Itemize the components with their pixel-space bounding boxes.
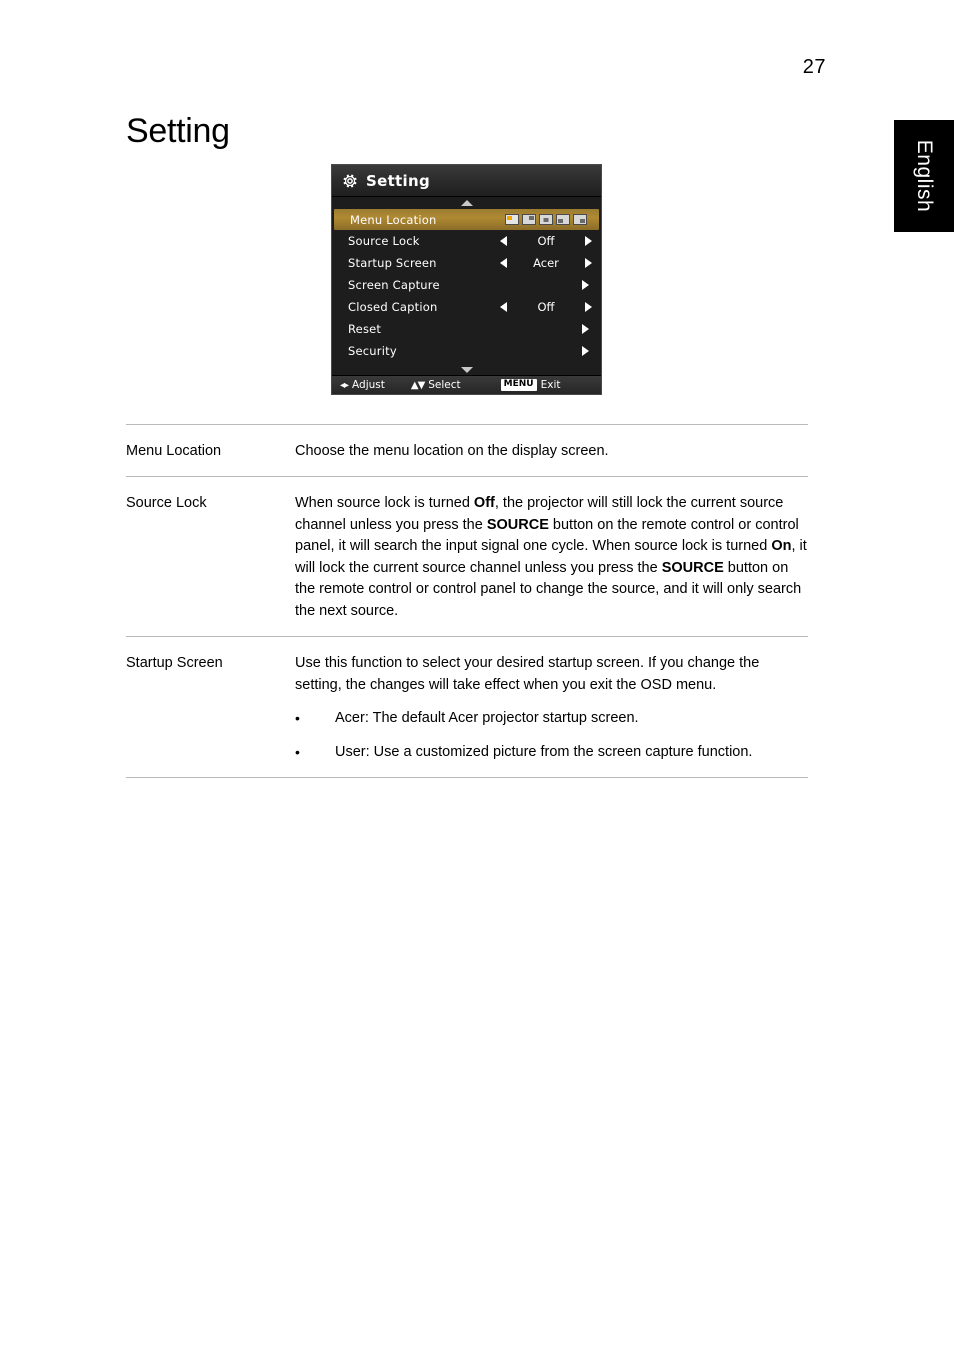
osd-row-label: Closed Caption [348,300,438,314]
right-arrow-icon[interactable] [585,236,592,246]
osd-row-label: Menu Location [350,212,437,227]
location-option-top-left-icon[interactable] [505,214,519,225]
row-description: When source lock is turned Off, the proj… [295,493,808,622]
osd-row-label: Screen Capture [348,278,440,292]
row-term: Source Lock [126,495,207,512]
menu-location-options[interactable] [502,214,587,225]
right-arrow-icon[interactable] [582,280,589,290]
osd-body: Menu Location Source Lock Off Startup Sc… [332,197,601,375]
language-tab-label: English [913,139,936,213]
location-option-bottom-right-icon[interactable] [573,214,587,225]
row-description: Choose the menu location on the display … [295,441,808,462]
row-description-text: Use this function to select your desired… [295,655,760,693]
left-arrow-icon[interactable] [500,302,507,312]
row-description-text: Choose the menu location on the display … [295,443,609,459]
osd-title-bar: Setting [332,165,601,197]
location-option-bottom-left-icon[interactable] [556,214,570,225]
right-arrow-icon[interactable] [585,302,592,312]
adjust-label: Adjust [352,379,385,391]
location-option-top-right-icon[interactable] [522,214,536,225]
osd-screenshot: Setting Menu Location Source Lock Off St… [331,164,602,395]
table-row: Startup Screen Use this function to sele… [126,636,808,778]
bullet-marker: • [295,743,300,760]
bullet-list: • Acer: The default Acer projector start… [295,708,808,763]
osd-row-startup-screen[interactable]: Startup Screen Acer [332,252,601,274]
right-arrow-icon[interactable] [585,258,592,268]
table-row: Menu Location Choose the menu location o… [126,424,808,476]
osd-row-label: Security [348,344,397,358]
row-term: Menu Location [126,443,222,459]
osd-row-reset[interactable]: Reset [332,318,601,340]
osd-row-label: Startup Screen [348,256,437,270]
osd-row-value: Acer [533,256,559,270]
osd-row-label: Reset [348,322,382,336]
language-tab: English [894,120,954,232]
table-row: Source Lock When source lock is turned O… [126,476,808,636]
right-arrow-icon[interactable] [582,346,589,356]
osd-row-security[interactable]: Security [332,340,601,362]
triangle-down-icon [460,367,473,373]
row-description-text: When source lock is turned Off, the proj… [295,495,807,619]
list-item: • Acer: The default Acer projector start… [295,708,808,729]
right-arrow-icon[interactable] [582,324,589,334]
up-down-arrows-icon: ▲▼ [410,379,425,391]
exit-label: Exit [540,379,561,391]
triangle-up-icon [460,200,473,206]
list-item: • User: Use a customized picture from th… [295,742,808,763]
osd-row-menu-location[interactable]: Menu Location [334,209,599,230]
settings-description-table: Menu Location Choose the menu location o… [126,424,808,778]
row-description: Use this function to select your desired… [295,653,808,763]
location-option-center-icon[interactable] [539,214,553,225]
left-arrow-icon[interactable] [500,258,507,268]
left-right-arrows-icon: ◂▸ [340,379,349,391]
osd-row-value: Off [537,234,555,248]
osd-row-screen-capture[interactable]: Screen Capture [332,274,601,296]
menu-key-icon: MENU [500,379,537,391]
osd-row-closed-caption[interactable]: Closed Caption Off [332,296,601,318]
gear-icon [342,173,358,189]
osd-row-value: Off [537,300,555,314]
osd-title-label: Setting [366,171,430,190]
bullet-marker: • [295,710,300,727]
bullet-text: User: Use a customized picture from the … [335,743,753,760]
osd-footer: ◂▸ Adjust ▲▼ Select MENU Exit [332,375,601,394]
row-term: Startup Screen [126,655,223,672]
osd-row-source-lock[interactable]: Source Lock Off [332,230,601,252]
osd-row-label: Source Lock [348,234,420,248]
select-label: Select [428,379,461,391]
page-number: 27 [802,56,826,78]
bullet-text: Acer: The default Acer projector startup… [335,710,639,727]
page-title: Setting [126,112,230,150]
left-arrow-icon[interactable] [500,236,507,246]
